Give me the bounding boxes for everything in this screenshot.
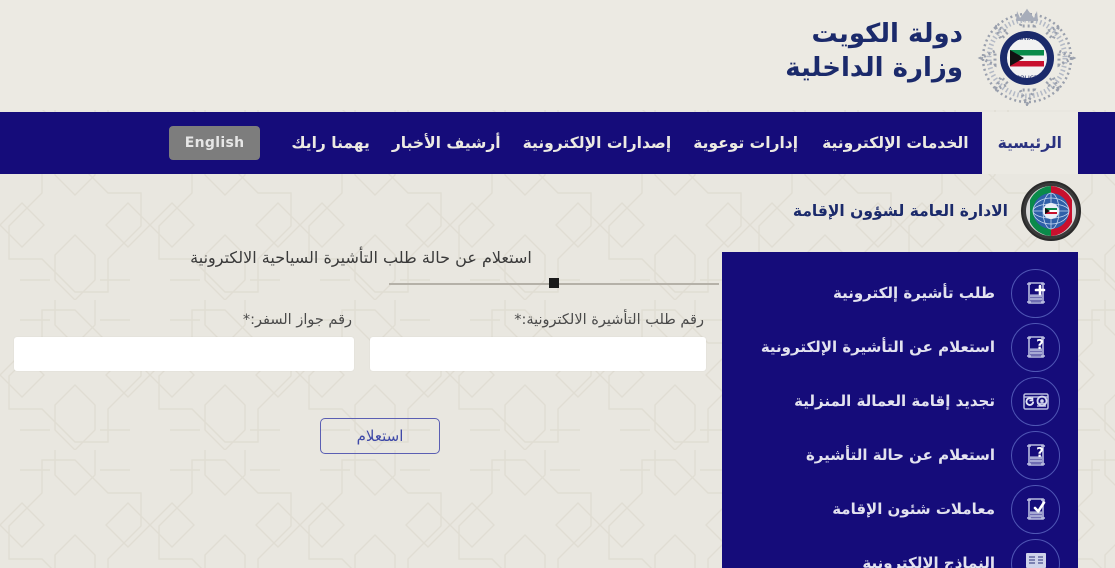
inquiry-submit-button[interactable]: استعلام: [319, 418, 441, 454]
sidebar-item-visa-inquiry-label: استعلام عن التأشيرة الإلكترونية: [760, 338, 995, 356]
ministry-title-line2: وزارة الداخلية: [785, 53, 963, 84]
passport-question-status-icon: ?: [1011, 430, 1060, 480]
svg-text:?: ?: [1036, 446, 1044, 461]
sidebar-item-domestic-renew[interactable]: تجديد إقامة العمالة المنزلية: [722, 374, 1078, 428]
residence-affairs-logo-icon: [1021, 181, 1081, 241]
nav-item-epublications-label: إصدارات الإلكترونية: [522, 134, 672, 152]
sidebar-item-electronic-forms[interactable]: النماذج الالكترونية: [722, 536, 1078, 568]
form-divider-slider[interactable]: [389, 276, 719, 292]
sidebar-item-visa-status[interactable]: ? استعلام عن حالة التأشيرة: [722, 428, 1078, 482]
nav-item-awareness[interactable]: إدارات توعوية: [682, 112, 809, 174]
passport-check-icon: [1011, 484, 1060, 534]
passport-number-field-group: رقم جواز السفر:*: [14, 312, 354, 371]
kuwait-police-crest-icon: KUWAIT POLICE: [977, 8, 1077, 106]
passport-question-icon: ?: [1011, 322, 1060, 372]
visa-request-number-input[interactable]: [370, 337, 706, 371]
svg-text:?: ?: [1036, 338, 1044, 353]
visa-status-form: استعلام عن حالة طلب التأشيرة السياحية ال…: [0, 174, 722, 568]
sidebar-item-electronic-forms-label: النماذج الالكترونية: [862, 554, 995, 568]
nav-item-epublications[interactable]: إصدارات الإلكترونية: [512, 112, 683, 174]
svg-text:POLICE: POLICE: [1016, 75, 1038, 82]
nav-item-news-archive[interactable]: أرشيف الأخبار: [381, 112, 512, 174]
nav-item-home[interactable]: الرئيسية: [981, 112, 1078, 174]
sidebar-item-visa-status-label: استعلام عن حالة التأشيرة: [805, 446, 995, 464]
form-field-row: رقم طلب التأشيرة الالكترونية:* رقم جواز …: [0, 312, 722, 371]
nav-item-awareness-label: إدارات توعوية: [693, 134, 799, 152]
nav-item-your-opinion[interactable]: يهمنا رايك: [280, 112, 380, 174]
submit-row: استعلام: [0, 418, 722, 454]
id-card-renew-icon: [1011, 376, 1060, 426]
nav-item-home-label: الرئيسية: [997, 134, 1062, 152]
passport-number-label: رقم جواز السفر:*: [242, 312, 352, 328]
nav-item-your-opinion-label: يهمنا رايك: [291, 134, 370, 152]
residence-affairs-header: الادارة العامة لشؤون الإقامة: [722, 174, 1081, 248]
passport-plus-icon: [1011, 268, 1060, 318]
residence-affairs-title: الادارة العامة لشؤون الإقامة: [792, 202, 1008, 220]
sidebar-item-visa-request-label: طلب تأشيرة إلكترونية: [832, 284, 995, 302]
page-root: دولة الكويت وزارة الداخلية KUWAIT POLICE…: [0, 0, 1115, 568]
main-navigation: الرئيسية الخدمات الإلكترونية إدارات توعو…: [0, 112, 1115, 174]
sidebar-item-visa-inquiry[interactable]: ? استعلام عن التأشيرة الإلكترونية: [722, 320, 1078, 374]
visa-request-number-field-group: رقم طلب التأشيرة الالكترونية:*: [370, 312, 706, 371]
nav-item-eservices[interactable]: الخدمات الإلكترونية: [809, 112, 982, 174]
ministry-title-line1: دولة الكويت: [811, 19, 963, 49]
nav-item-news-archive-label: أرشيف الأخبار: [391, 134, 501, 152]
electronic-forms-icon: [1011, 538, 1060, 568]
svg-text:KUWAIT: KUWAIT: [1015, 35, 1039, 42]
nav-items-container: الرئيسية الخدمات الإلكترونية إدارات توعو…: [165, 112, 1078, 174]
sidebar-item-residence-transactions[interactable]: معاملات شئون الإقامة: [722, 482, 1078, 536]
nav-right-filler: [1078, 112, 1115, 174]
site-header: دولة الكويت وزارة الداخلية KUWAIT POLICE: [0, 0, 1115, 110]
services-sidebar: طلب تأشيرة إلكترونية ? استعلام عن التأشي…: [722, 252, 1078, 568]
visa-request-number-label: رقم طلب التأشيرة الالكترونية:*: [514, 312, 704, 328]
form-fields: رقم طلب التأشيرة الالكترونية:* رقم جواز …: [0, 312, 722, 371]
passport-number-input[interactable]: [14, 337, 354, 371]
slider-knob[interactable]: [549, 278, 559, 288]
sidebar-item-visa-request[interactable]: طلب تأشيرة إلكترونية: [722, 266, 1078, 320]
language-toggle-button[interactable]: English: [168, 126, 261, 160]
ministry-title: دولة الكويت وزارة الداخلية: [785, 17, 963, 86]
sidebar-item-domestic-renew-label: تجديد إقامة العمالة المنزلية: [794, 392, 995, 410]
form-title: استعلام عن حالة طلب التأشيرة السياحية ال…: [190, 248, 532, 267]
nav-item-eservices-label: الخدمات الإلكترونية: [822, 134, 969, 152]
sidebar-item-residence-transactions-label: معاملات شئون الإقامة: [832, 500, 995, 518]
